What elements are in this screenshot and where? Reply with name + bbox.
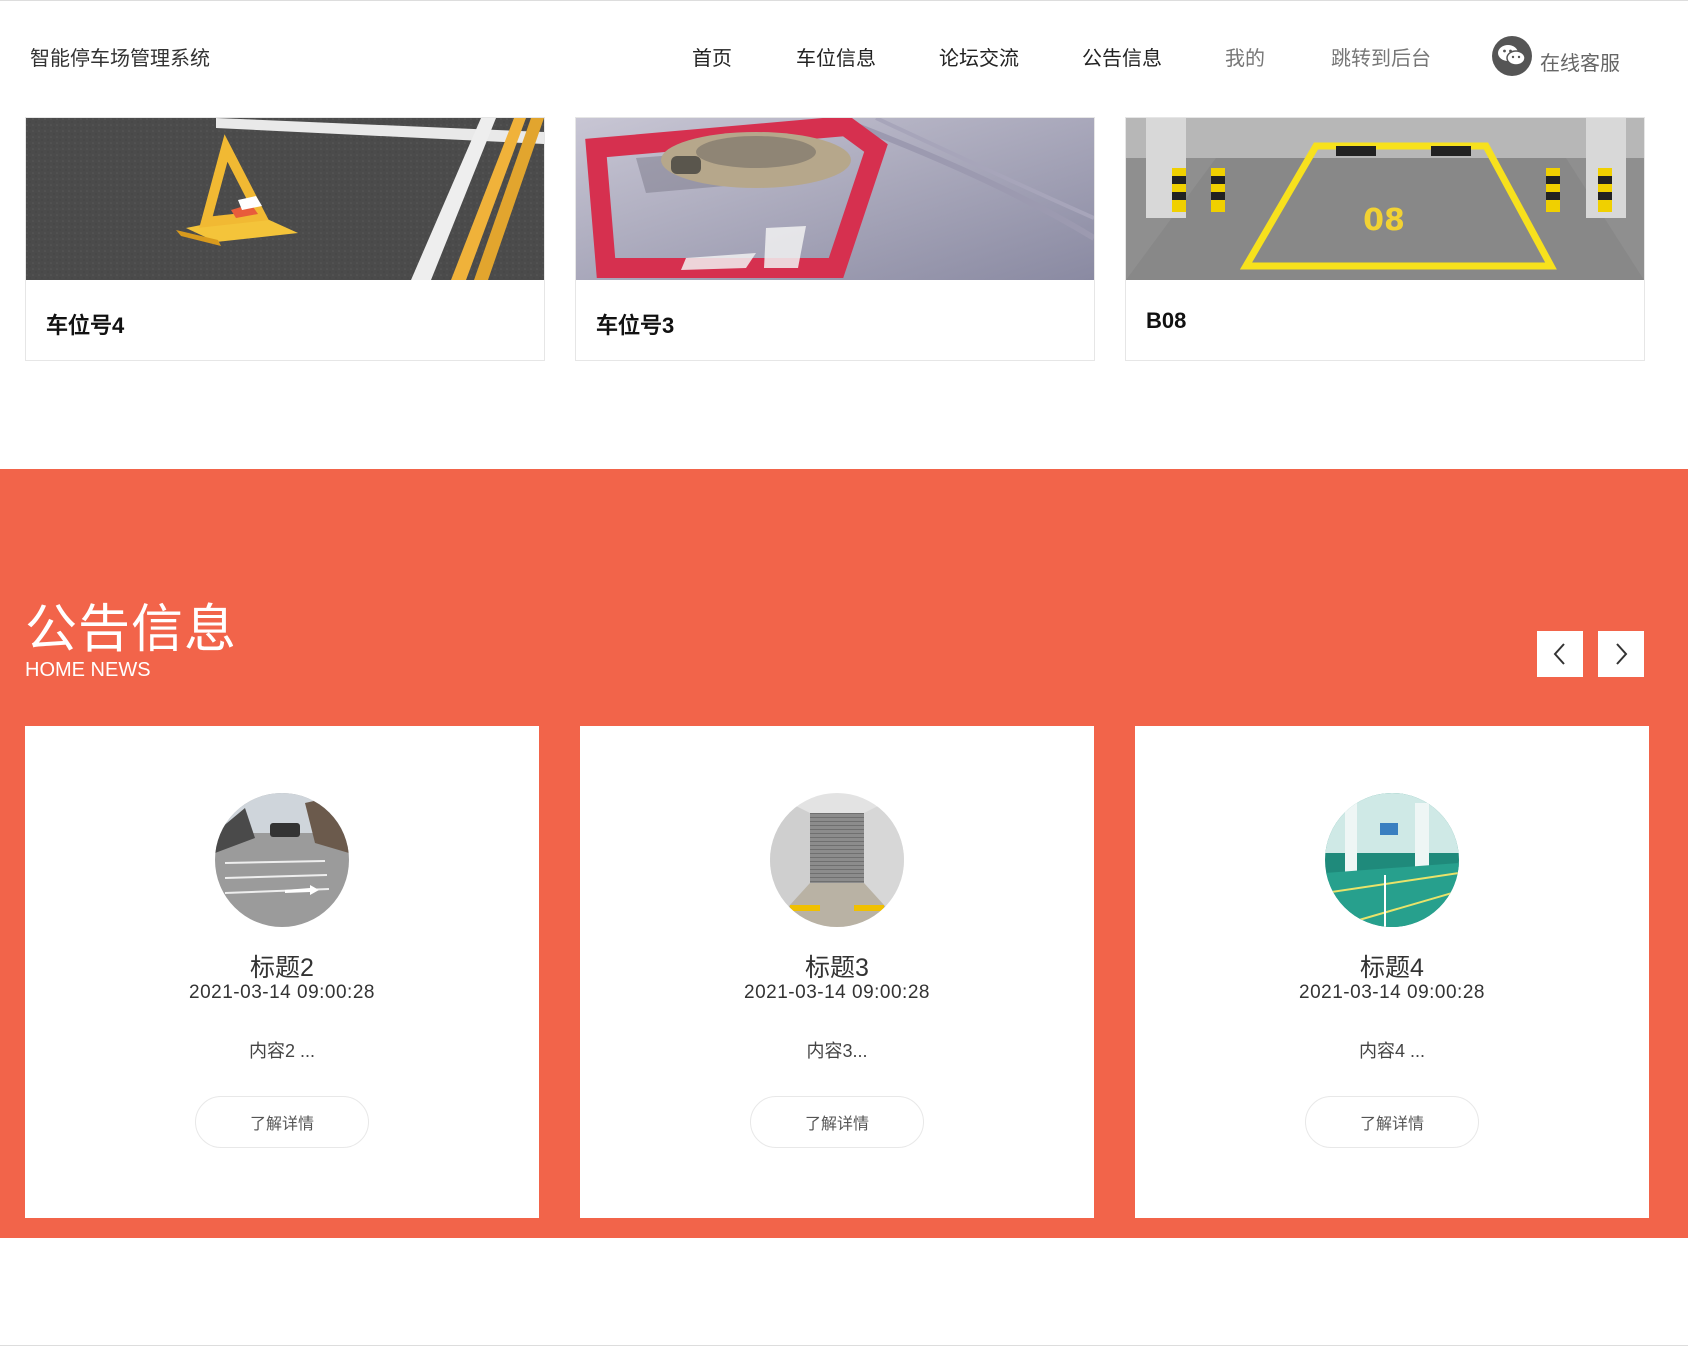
- parking-card[interactable]: 车位号3: [575, 117, 1095, 361]
- news-image: [1325, 793, 1459, 927]
- car-parking-image: [576, 118, 1094, 280]
- news-next-button[interactable]: [1598, 631, 1644, 677]
- news-card: 标题4 2021-03-14 09:00:28 内容4 ... 了解详情: [1135, 726, 1649, 1218]
- news-subtitle: HOME NEWS: [25, 659, 151, 681]
- news-item-date: 2021-03-14 09:00:28: [189, 982, 375, 1003]
- parking-name: B08: [1146, 308, 1187, 333]
- svg-text:08: 08: [1363, 203, 1405, 238]
- nav-announcements[interactable]: 公告信息: [1082, 42, 1162, 71]
- news-item-content: 内容4 ...: [1358, 1041, 1425, 1061]
- news-details-button[interactable]: 了解详情: [750, 1096, 924, 1148]
- news-item-content: 内容3...: [806, 1041, 868, 1061]
- main-nav: 首页 车位信息 论坛交流 公告信息 我的 跳转到后台: [0, 42, 1688, 72]
- news-item-title: 标题3: [805, 954, 869, 982]
- news-card: 标题3 2021-03-14 09:00:28 内容3... 了解详情: [580, 726, 1094, 1218]
- news-card: 标题2 2021-03-14 09:00:28 内容2 ... 了解详情: [25, 726, 539, 1218]
- nav-admin[interactable]: 跳转到后台: [1331, 42, 1431, 71]
- news-title: 公告信息: [25, 601, 238, 659]
- news-item-date: 2021-03-14 09:00:28: [744, 982, 930, 1003]
- chevron-left-icon: [1553, 643, 1565, 665]
- wechat-icon: [1492, 35, 1532, 76]
- nav-home[interactable]: 首页: [692, 42, 732, 71]
- news-item-date: 2021-03-14 09:00:28: [1299, 982, 1485, 1003]
- news-item-title: 标题4: [1360, 954, 1424, 982]
- parking-list: 车位号4 车位号3 08 B08: [25, 117, 1645, 361]
- online-service-label: 在线客服: [1540, 53, 1620, 75]
- chevron-right-icon: [1616, 643, 1628, 665]
- footer-divider: [0, 1345, 1688, 1346]
- parking-name: 车位号4: [46, 313, 125, 338]
- news-item-title: 标题2: [250, 954, 314, 982]
- news-image: [770, 793, 904, 927]
- news-item-content: 内容2 ...: [248, 1041, 315, 1061]
- news-details-button[interactable]: 了解详情: [195, 1096, 369, 1148]
- news-prev-button[interactable]: [1537, 631, 1583, 677]
- parking-name: 车位号3: [596, 313, 675, 338]
- header: 智能停车场管理系统 首页 车位信息 论坛交流 公告信息 我的 跳转到后台 在线客…: [0, 0, 1688, 111]
- news-section: 公告信息 HOME NEWS 标题2 2021-03-14 09:00:28 内…: [0, 469, 1688, 1238]
- parking-card[interactable]: 车位号4: [25, 117, 545, 361]
- nav-mine[interactable]: 我的: [1225, 42, 1265, 71]
- yellow-bay-image: 08: [1126, 118, 1644, 280]
- parking-card[interactable]: 08 B08: [1125, 117, 1645, 361]
- online-service[interactable]: 在线客服: [1492, 35, 1620, 76]
- news-details-button[interactable]: 了解详情: [1305, 1096, 1479, 1148]
- nav-parking-info[interactable]: 车位信息: [796, 42, 876, 71]
- parking-lock-image: [26, 118, 544, 280]
- nav-forum[interactable]: 论坛交流: [939, 42, 1019, 71]
- news-image: [215, 793, 349, 927]
